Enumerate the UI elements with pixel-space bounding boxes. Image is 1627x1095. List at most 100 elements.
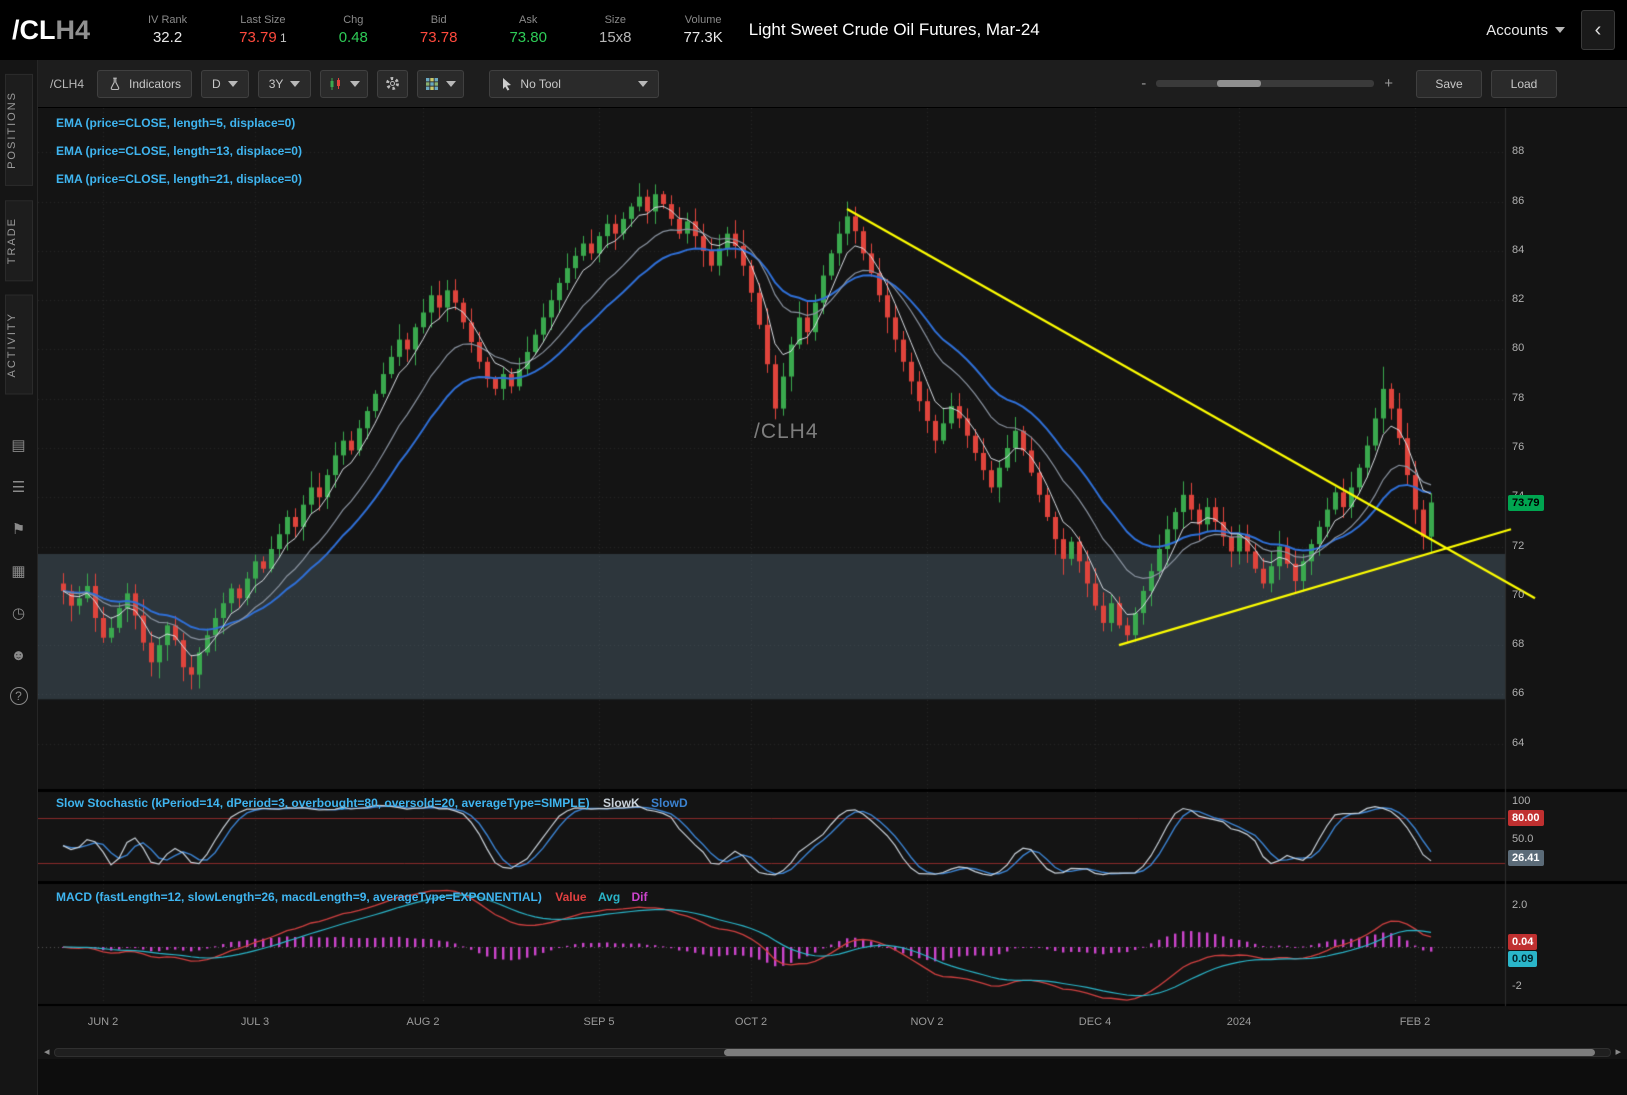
quote-field-ask: Ask73.80	[509, 14, 547, 46]
help-icon[interactable]: ?	[10, 687, 28, 705]
chevron-down-icon	[638, 81, 648, 87]
quote-field-value: 32.2	[148, 29, 187, 46]
indicators-button[interactable]: Indicators	[97, 70, 192, 98]
ema5-study-label[interactable]: EMA (price=CLOSE, length=5, displace=0)	[56, 116, 295, 130]
time-axis-label: AUG 2	[400, 1016, 446, 1028]
time-axis-label: JUL 3	[232, 1016, 278, 1028]
indicators-label: Indicators	[129, 77, 181, 91]
quote-field-label: Size	[599, 14, 632, 26]
time-axis-label: JUN 2	[80, 1016, 126, 1028]
macd-axis-top: 2.0	[1512, 899, 1527, 911]
scrollbar-track[interactable]	[54, 1048, 1612, 1057]
price-axis-label: 86	[1512, 195, 1524, 207]
quote-field-chg: Chg0.48	[339, 14, 368, 46]
ema21-study-label[interactable]: EMA (price=CLOSE, length=21, displace=0)	[56, 172, 302, 186]
grid-pattern-icon	[425, 77, 439, 91]
sidebar-tab-activity[interactable]: ACTIVITY	[5, 295, 33, 395]
quote-field-size: Size 15x8	[599, 14, 632, 46]
chart-type-dropdown[interactable]	[320, 70, 368, 98]
slowd-legend: SlowD	[651, 796, 688, 810]
sidebar-tabs: POSITIONS TRADE ACTIVITY	[5, 60, 33, 395]
quote-fields: IV Rank32.2Last Size73.79 1Chg0.48Bid73.…	[148, 14, 723, 46]
chart-settings-button[interactable]	[377, 70, 408, 98]
quote-field-value: 15x8	[599, 29, 632, 46]
price-axis-label: 68	[1512, 638, 1524, 650]
stochastic-label-text: Slow Stochastic (kPeriod=14, dPeriod=3, …	[56, 796, 590, 810]
scrollbar-thumb[interactable]	[724, 1049, 1595, 1056]
instrument-symbol: /CLH4	[12, 15, 130, 46]
stochastic-study-label[interactable]: Slow Stochastic (kPeriod=14, dPeriod=3, …	[56, 796, 688, 810]
period-label: D	[212, 77, 221, 91]
instrument-title: Light Sweet Crude Oil Futures, Mar-24	[749, 20, 1040, 40]
stoch-axis-50: 50.0	[1512, 833, 1533, 845]
chart-watermark: /CLH4	[754, 420, 819, 444]
ema13-study-label[interactable]: EMA (price=CLOSE, length=13, displace=0)	[56, 144, 302, 158]
slowk-legend: SlowK	[603, 796, 640, 810]
zoom-out-button[interactable]: -	[1141, 75, 1146, 92]
drawing-tool-dropdown[interactable]: No Tool	[489, 70, 659, 98]
cursor-icon	[500, 77, 513, 91]
stoch-axis-100: 100	[1512, 795, 1530, 807]
sidebar-icons: ▤ ☰ ⚑ ▦ ◷ ☻?	[8, 435, 30, 705]
chart-panel: /CLH4 Indicators D 3Y	[38, 60, 1627, 1095]
flask-icon	[108, 77, 122, 91]
bottom-filler	[38, 1059, 1627, 1095]
chevron-down-icon	[350, 81, 360, 87]
pattern-dropdown[interactable]	[417, 70, 464, 98]
macd-value-legend: Value	[555, 890, 586, 904]
sidebar-tab-positions[interactable]: POSITIONS	[5, 74, 33, 186]
zoom-slider[interactable]	[1156, 80, 1374, 87]
range-dropdown[interactable]: 3Y	[258, 70, 312, 98]
chevron-down-icon	[290, 81, 300, 87]
sidebar-tab-trade[interactable]: TRADE	[5, 200, 33, 281]
price-axis-label: 84	[1512, 244, 1524, 256]
quote-field-label: Last Size	[239, 14, 287, 26]
collapse-panel-button[interactable]: ‹	[1581, 10, 1615, 50]
price-axis-label: 76	[1512, 441, 1524, 453]
range-label: 3Y	[269, 77, 284, 91]
users-icon[interactable]: ☻	[8, 645, 30, 667]
stoch-value-badge: 26.41	[1508, 850, 1544, 866]
quote-field-bid: Bid73.78	[420, 14, 458, 46]
chart-scrollbar: ◂ ▸	[38, 1038, 1627, 1059]
zoom-in-button[interactable]: +	[1384, 75, 1393, 92]
drawing-tool-label: No Tool	[520, 77, 560, 91]
macd-dif-legend: Dif	[632, 890, 648, 904]
toolbar-symbol-label: /CLH4	[50, 77, 84, 91]
time-axis-label: OCT 2	[728, 1016, 774, 1028]
zoom-control: - +	[1141, 75, 1393, 92]
quote-field-label: Ask	[509, 14, 547, 26]
last-price-badge: 73.79	[1508, 495, 1544, 511]
chart-icon[interactable]: ▤	[8, 435, 30, 457]
load-button[interactable]: Load	[1491, 70, 1557, 98]
macd-axis-bottom: -2	[1512, 980, 1522, 992]
chart-toolbar: /CLH4 Indicators D 3Y	[38, 60, 1627, 108]
grid-icon[interactable]: ▦	[8, 561, 30, 583]
clock-icon[interactable]: ◷	[8, 603, 30, 625]
quote-field-label: Chg	[339, 14, 368, 26]
watchlist-icon[interactable]: ☰	[8, 477, 30, 499]
macd-study-label[interactable]: MACD (fastLength=12, slowLength=26, macd…	[56, 890, 648, 904]
left-sidebar: POSITIONS TRADE ACTIVITY ▤ ☰ ⚑ ▦ ◷ ☻?	[0, 60, 38, 1095]
quote-field-volume: Volume77.3K	[684, 14, 723, 46]
flag-icon[interactable]: ⚑	[8, 519, 30, 541]
scroll-right-icon[interactable]: ▸	[1615, 1047, 1621, 1057]
chevron-down-icon	[1555, 27, 1565, 33]
candlestick-icon	[328, 77, 343, 91]
symbol-root: /CL	[12, 15, 56, 45]
gear-icon	[385, 76, 400, 91]
save-button[interactable]: Save	[1416, 70, 1482, 98]
macd-avg-legend: Avg	[598, 890, 620, 904]
period-dropdown[interactable]: D	[201, 70, 249, 98]
accounts-dropdown[interactable]: Accounts	[1486, 22, 1565, 39]
scroll-left-icon[interactable]: ◂	[44, 1047, 50, 1057]
price-axis-label: 66	[1512, 687, 1524, 699]
stoch-overbought-badge: 80.00	[1508, 810, 1544, 826]
price-axis-label: 72	[1512, 540, 1524, 552]
quote-field-label: IV Rank	[148, 14, 187, 26]
macd-label-text: MACD (fastLength=12, slowLength=26, macd…	[56, 890, 542, 904]
chevron-down-icon	[228, 81, 238, 87]
price-axis-label: 64	[1512, 737, 1524, 749]
zoom-slider-thumb[interactable]	[1217, 80, 1261, 87]
chevron-down-icon	[446, 81, 456, 87]
